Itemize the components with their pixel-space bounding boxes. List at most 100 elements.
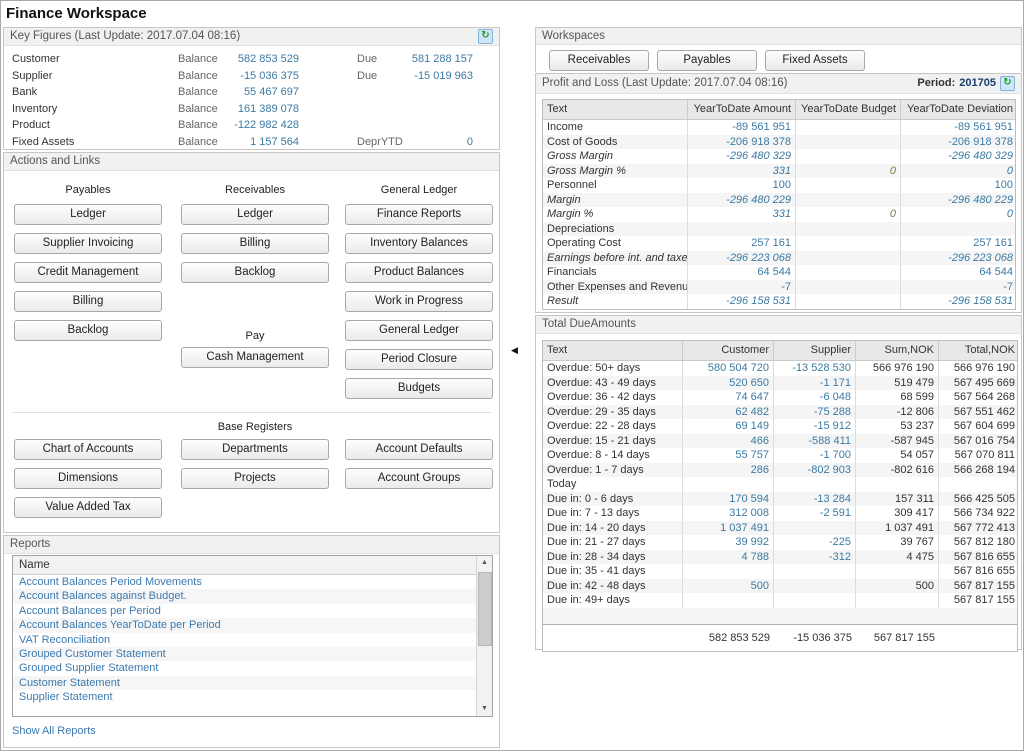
column-header[interactable]: Supplier: [774, 341, 856, 360]
report-link[interactable]: Account Balances per Period: [13, 604, 477, 618]
due-value: [409, 117, 473, 134]
due-row[interactable]: Overdue: 8 - 14 days 55 757 -1 700 54 05…: [543, 448, 1017, 463]
balance-value: 55 467 697: [222, 84, 299, 101]
due-supplier-cell: -2 591: [774, 506, 856, 521]
action-button[interactable]: Projects: [181, 468, 329, 489]
pnl-row[interactable]: Operating Cost 257 161 257 161: [543, 236, 1015, 251]
due-row[interactable]: Due in: 21 - 27 days 39 992 -225 39 767 …: [543, 535, 1017, 550]
pnl-row[interactable]: Cost of Goods -206 918 378 -206 918 378: [543, 135, 1015, 150]
workspace-button[interactable]: Receivables: [549, 50, 649, 71]
scrollbar-thumb[interactable]: [478, 572, 492, 646]
report-link[interactable]: Grouped Customer Statement: [13, 647, 477, 661]
pnl-row[interactable]: Margin % 331 0 0: [543, 207, 1015, 222]
scroll-up-icon[interactable]: ▲: [477, 556, 492, 570]
refresh-icon[interactable]: ↻: [478, 29, 493, 44]
pnl-row[interactable]: Gross Margin % 331 0 0: [543, 164, 1015, 179]
column-header[interactable]: YearToDate Budget: [796, 100, 901, 119]
due-row[interactable]: Due in: 7 - 13 days 312 008 -2 591 309 4…: [543, 506, 1017, 521]
due-row[interactable]: Due in: 14 - 20 days 1 037 491 1 037 491…: [543, 521, 1017, 536]
report-link[interactable]: Account Balances YearToDate per Period: [13, 618, 477, 632]
report-link[interactable]: Grouped Supplier Statement: [13, 661, 477, 675]
action-button[interactable]: Dimensions: [14, 468, 162, 489]
pnl-row[interactable]: Income -89 561 951 -89 561 951: [543, 120, 1015, 135]
due-row[interactable]: Overdue: 29 - 35 days 62 482 -75 288 -12…: [543, 405, 1017, 420]
due-sum-cell: -12 806: [856, 405, 939, 420]
due-row[interactable]: Overdue: 1 - 7 days 286 -802 903 -802 61…: [543, 463, 1017, 478]
action-button[interactable]: Chart of Accounts: [14, 439, 162, 460]
refresh-icon[interactable]: ↻: [1000, 76, 1015, 91]
action-button[interactable]: Finance Reports: [345, 204, 493, 225]
due-row[interactable]: Due in: 35 - 41 days 567 816 655: [543, 564, 1017, 579]
column-header[interactable]: Total,NOK: [939, 341, 1019, 360]
action-button[interactable]: Inventory Balances: [345, 233, 493, 254]
action-button[interactable]: Billing: [14, 291, 162, 312]
action-button[interactable]: Backlog: [181, 262, 329, 283]
action-button[interactable]: Billing: [181, 233, 329, 254]
report-link[interactable]: Account Balances against Budget.: [13, 589, 477, 603]
column-header[interactable]: Text: [543, 100, 688, 119]
due-row[interactable]: Due in: 49+ days 567 817 155: [543, 593, 1017, 608]
pnl-text-cell: Depreciations: [543, 222, 688, 237]
action-button[interactable]: Budgets: [345, 378, 493, 399]
workspace-button[interactable]: Payables: [657, 50, 757, 71]
pnl-row[interactable]: Result -296 158 531 -296 158 531: [543, 294, 1015, 309]
action-button[interactable]: Ledger: [181, 204, 329, 225]
action-button[interactable]: Cash Management: [181, 347, 329, 368]
due-row[interactable]: Overdue: 22 - 28 days 69 149 -15 912 53 …: [543, 419, 1017, 434]
action-button[interactable]: Departments: [181, 439, 329, 460]
action-button[interactable]: Credit Management: [14, 262, 162, 283]
section-divider: [12, 412, 491, 413]
due-row[interactable]: Overdue: 36 - 42 days 74 647 -6 048 68 5…: [543, 390, 1017, 405]
report-link[interactable]: Customer Statement: [13, 676, 477, 690]
action-button[interactable]: Product Balances: [345, 262, 493, 283]
pnl-row[interactable]: Personnel 100 100: [543, 178, 1015, 193]
report-link[interactable]: Account Balances Period Movements: [13, 575, 477, 589]
action-button[interactable]: Value Added Tax: [14, 497, 162, 518]
show-all-reports-link[interactable]: Show All Reports: [12, 725, 96, 737]
due-row[interactable]: Overdue: 15 - 21 days 466 -588 411 -587 …: [543, 434, 1017, 449]
pnl-row[interactable]: Gross Margin -296 480 329 -296 480 329: [543, 149, 1015, 164]
action-button[interactable]: Work in Progress: [345, 291, 493, 312]
action-button[interactable]: Account Groups: [345, 468, 493, 489]
column-header[interactable]: Customer: [683, 341, 774, 360]
due-header: Total DueAmounts: [536, 316, 1021, 334]
pnl-row[interactable]: Financials 64 544 64 544: [543, 265, 1015, 280]
action-button[interactable]: Supplier Invoicing: [14, 233, 162, 254]
workspace-button[interactable]: Fixed Assets: [765, 50, 865, 71]
pnl-row[interactable]: Other Expenses and Revenues -7 -7: [543, 280, 1015, 295]
due-supplier-cell: -13 284: [774, 492, 856, 507]
pnl-row[interactable]: Margin -296 480 229 -296 480 229: [543, 193, 1015, 208]
column-header[interactable]: Text: [543, 341, 683, 360]
report-link[interactable]: Supplier Statement: [13, 690, 477, 704]
due-row[interactable]: Due in: 0 - 6 days 170 594 -13 284 157 3…: [543, 492, 1017, 507]
scroll-down-icon[interactable]: ▼: [477, 702, 492, 716]
action-button[interactable]: Backlog: [14, 320, 162, 341]
column-header[interactable]: YearToDate Deviation: [901, 100, 1017, 119]
action-button[interactable]: Account Defaults: [345, 439, 493, 460]
due-text-cell: Overdue: 50+ days: [543, 361, 683, 376]
action-button[interactable]: Period Closure: [345, 349, 493, 370]
action-button[interactable]: General Ledger: [345, 320, 493, 341]
period-value[interactable]: 201705: [959, 74, 996, 93]
due-customer-cell: 312 008: [683, 506, 774, 521]
key-figure-row: Fixed Assets Balance 1 157 564 DeprYTD 0: [12, 134, 491, 151]
reports-name-column-header: Name: [13, 556, 477, 575]
due-row[interactable]: Due in: 28 - 34 days 4 788 -312 4 475 56…: [543, 550, 1017, 565]
due-supplier-cell: -75 288: [774, 405, 856, 420]
report-link[interactable]: VAT Reconciliation: [13, 633, 477, 647]
column-header[interactable]: Sum,NOK: [856, 341, 939, 360]
reports-scrollbar[interactable]: ▲ ▼: [476, 556, 492, 716]
action-button[interactable]: Ledger: [14, 204, 162, 225]
collapse-left-icon[interactable]: ◀: [511, 345, 518, 356]
balance-value: -15 036 375: [222, 68, 299, 85]
due-row[interactable]: Due in: 42 - 48 days 500 500 567 817 155: [543, 579, 1017, 594]
payables-heading: Payables: [14, 183, 162, 197]
due-row[interactable]: Overdue: 43 - 49 days 520 650 -1 171 519…: [543, 376, 1017, 391]
pnl-budget-cell: [796, 265, 901, 280]
due-row[interactable]: Overdue: 50+ days 580 504 720 -13 528 53…: [543, 361, 1017, 376]
due-row[interactable]: Today: [543, 477, 1017, 492]
pnl-row[interactable]: Depreciations: [543, 222, 1015, 237]
pnl-row[interactable]: Earnings before int. and taxes -296 223 …: [543, 251, 1015, 266]
column-header[interactable]: YearToDate Amount: [688, 100, 796, 119]
pnl-text-cell: Earnings before int. and taxes: [543, 251, 688, 266]
